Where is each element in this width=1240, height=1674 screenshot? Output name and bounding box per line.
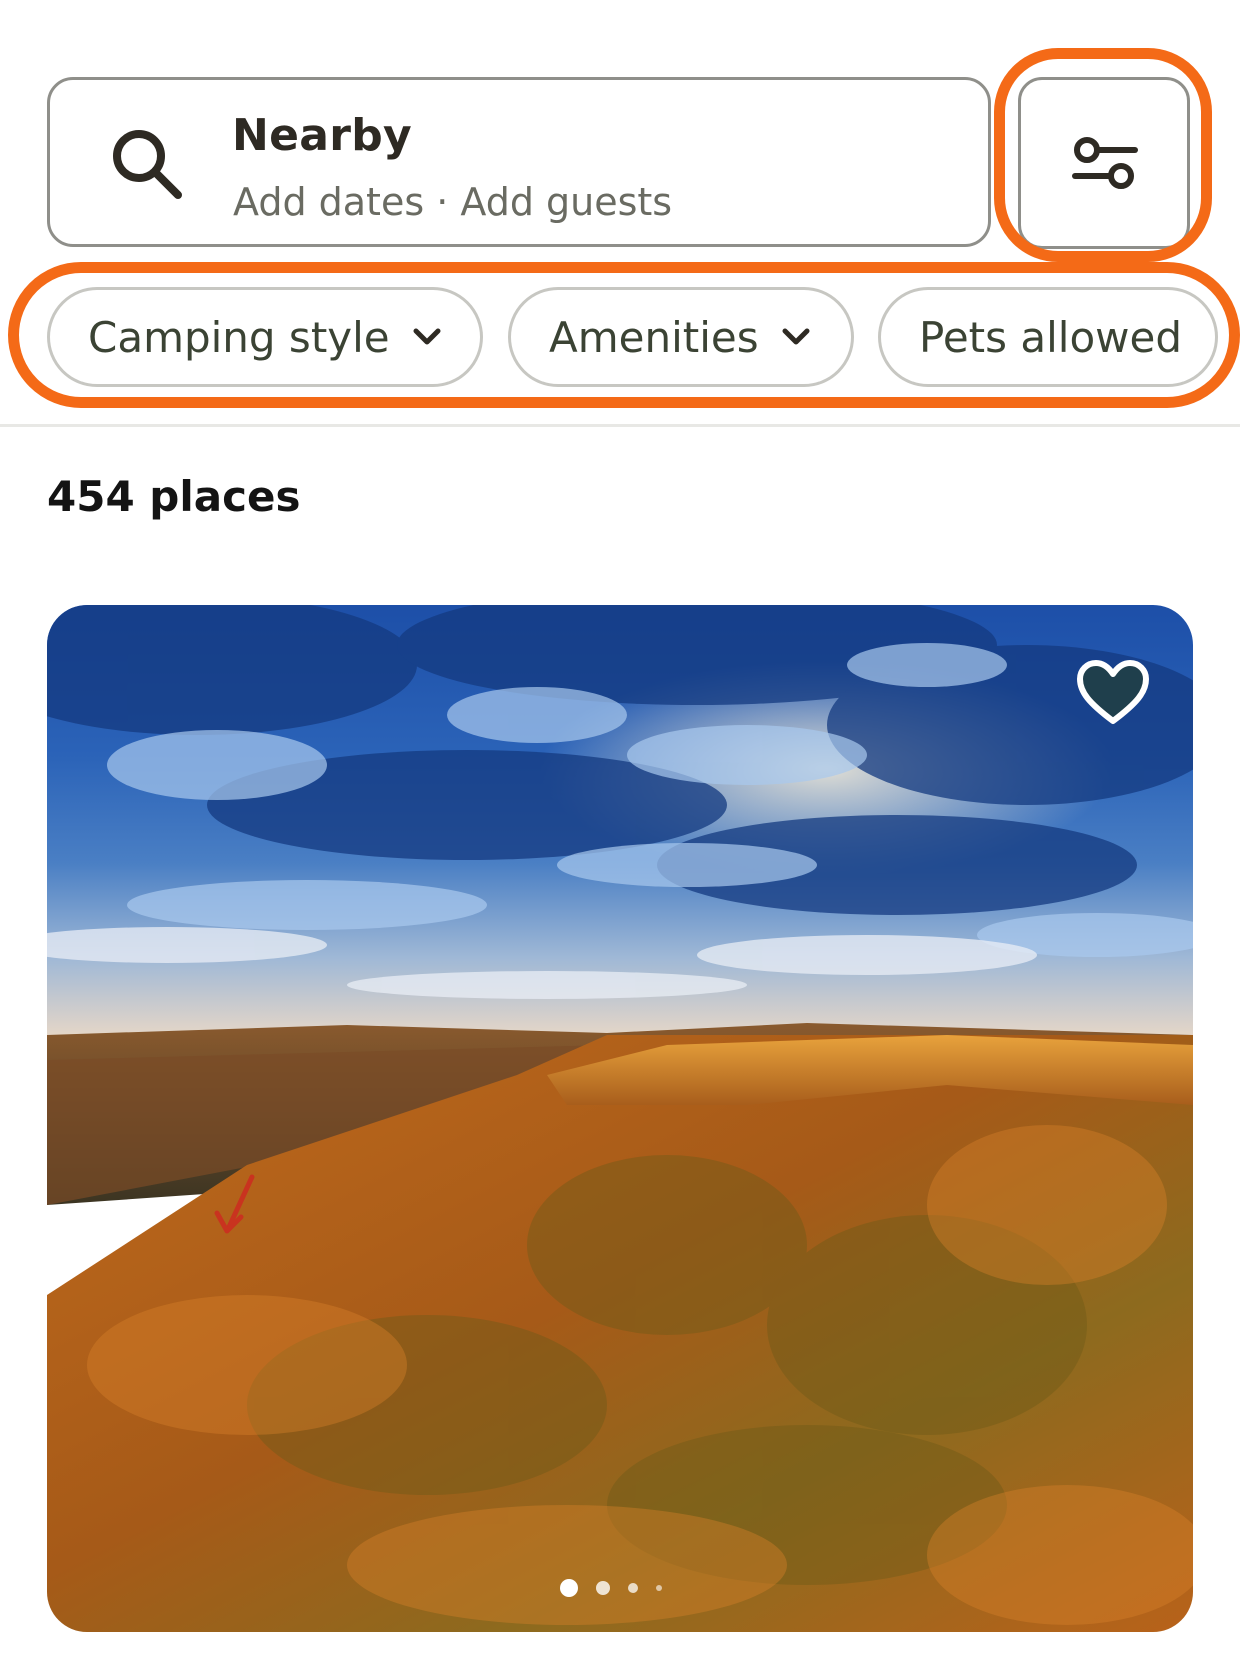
carousel-dot[interactable] [596, 1581, 610, 1595]
chip-pets-allowed[interactable]: Pets allowed [878, 287, 1218, 387]
listing-photo[interactable] [47, 605, 1193, 1632]
sliders-icon [1072, 137, 1138, 189]
search-bar[interactable]: Nearby Add dates · Add guests [47, 77, 991, 247]
filters-button[interactable] [1018, 77, 1190, 249]
chip-amenities-label: Amenities [549, 312, 759, 362]
chevron-down-icon [413, 328, 441, 345]
chip-camping-style[interactable]: Camping style [47, 287, 483, 387]
carousel-dot[interactable] [656, 1585, 662, 1591]
header-divider [0, 424, 1240, 427]
search-dates-guests-subtitle: Add dates · Add guests [233, 180, 673, 224]
heart-icon[interactable] [1075, 659, 1151, 727]
chip-camping-style-label: Camping style [88, 312, 390, 362]
carousel-dot[interactable] [628, 1583, 638, 1593]
chip-pets-allowed-label: Pets allowed [919, 312, 1182, 362]
results-count: 454 places [47, 472, 301, 521]
chip-amenities[interactable]: Amenities [508, 287, 854, 387]
search-icon [113, 130, 182, 199]
carousel-dots [560, 1579, 662, 1597]
search-location-title: Nearby [232, 110, 413, 161]
carousel-dot-active[interactable] [560, 1579, 578, 1597]
chevron-down-icon [782, 328, 810, 345]
landscape-photo [47, 605, 1193, 1632]
